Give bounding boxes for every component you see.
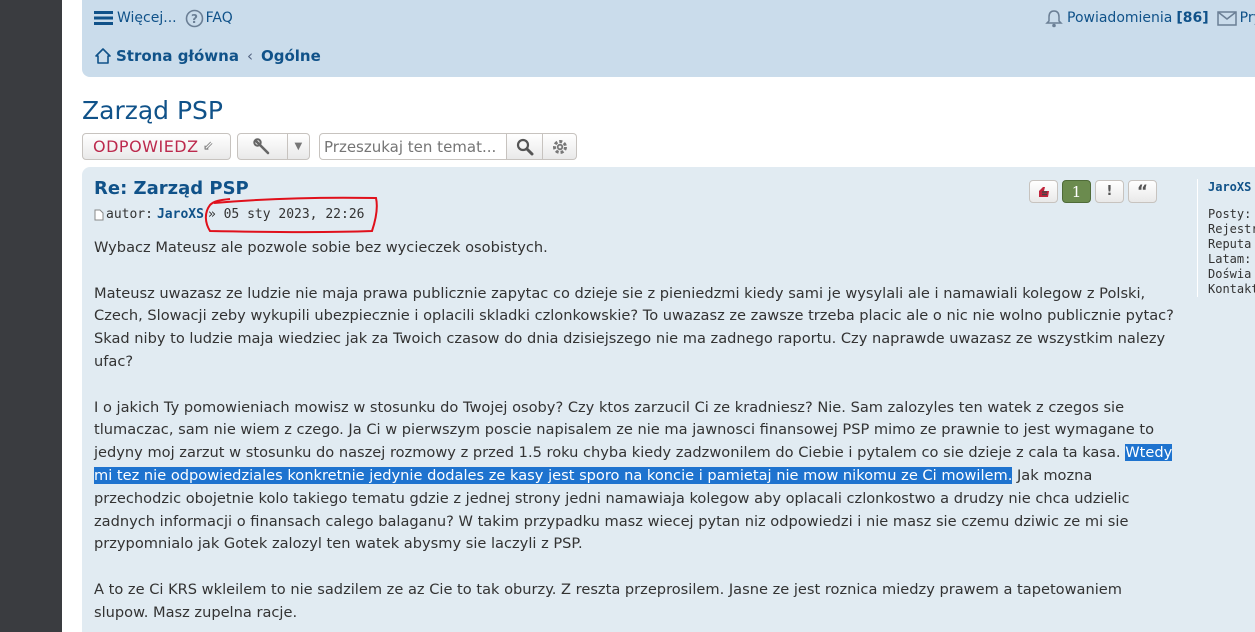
page-title[interactable]: Zarząd PSP — [82, 96, 223, 125]
topic-tools-dropdown[interactable]: ▼ — [237, 133, 310, 160]
profile-field-posts: Posty: — [1208, 207, 1252, 221]
breadcrumb-home[interactable]: Strona główna — [116, 47, 239, 65]
author-link[interactable]: JaroXS — [157, 207, 204, 222]
private-messages-label: Pry — [1239, 10, 1255, 26]
topic-search-input[interactable] — [319, 133, 507, 160]
wrench-icon — [238, 134, 288, 159]
advanced-search-button[interactable] — [543, 133, 577, 160]
notifications-count: [86] — [1176, 10, 1209, 26]
post-content: Wybacz Mateusz ale pozwole sobie bez wyc… — [94, 237, 1174, 632]
help-icon: ? — [185, 9, 204, 28]
profile-field-contact[interactable]: Kontakt — [1208, 282, 1255, 296]
search-button[interactable] — [507, 133, 543, 160]
reply-arrow-icon: ⇙ — [202, 139, 214, 154]
svg-text:?: ? — [191, 12, 198, 26]
report-button[interactable]: ! — [1095, 180, 1124, 203]
bell-icon — [1045, 9, 1063, 28]
reply-label: ODPOWIEDZ — [93, 137, 199, 156]
post-paragraph: Mateusz uwazasz ze ludzie nie maja prawa… — [94, 284, 1174, 370]
like-count-button[interactable]: 1 — [1062, 180, 1091, 203]
breadcrumb: Strona główna ‹ Ogólne — [94, 46, 321, 66]
more-menu[interactable]: Więcej... — [94, 10, 177, 26]
breadcrumb-forum[interactable]: Ogólne — [261, 47, 321, 65]
post-title[interactable]: Re: Zarząd PSP — [94, 178, 249, 199]
thumbs-icon — [1036, 184, 1052, 200]
hamburger-icon — [94, 10, 113, 26]
notifications-link[interactable]: Powiadomienia [86] — [1045, 9, 1209, 28]
chevron-down-icon: ▼ — [294, 141, 303, 152]
forum-page: Więcej... ? FAQ Powiadomienia [86] Pr St… — [62, 0, 1255, 632]
more-label: Więcej... — [117, 10, 177, 26]
post: Re: Zarząd PSP autor: JaroXS » 05 sty 20… — [82, 167, 1255, 632]
post-action-buttons: 1 ! “ — [1029, 180, 1161, 203]
envelope-icon — [1216, 10, 1237, 26]
topic-toolbar: ODPOWIEDZ ⇙ ▼ — [82, 132, 577, 161]
post-paragraph: A to ze Ci KRS wkleilem to nie sadzilem … — [94, 580, 1122, 621]
profile-field-flying: Latam: — [1208, 252, 1252, 266]
search-icon — [516, 138, 534, 156]
breadcrumb-separator: ‹ — [246, 47, 253, 65]
quote-button[interactable]: “ — [1128, 180, 1157, 203]
navbar: Więcej... ? FAQ Powiadomienia [86] Pr St… — [82, 0, 1255, 77]
profile-username[interactable]: JaroXS — [1208, 180, 1251, 194]
faq-link[interactable]: ? FAQ — [185, 9, 233, 28]
profile-field-reputation: Reputa — [1208, 237, 1252, 251]
post-meta: autor: JaroXS » 05 sty 2023, 22:26 — [94, 207, 364, 222]
post-profile: JaroXS Posty: Rejestr Reputa Latam: Dośw… — [1197, 179, 1255, 297]
home-icon[interactable] — [94, 47, 112, 65]
post-paragraph: Wybacz Mateusz ale pozwole sobie bez wyc… — [94, 239, 548, 256]
post-file-icon[interactable] — [94, 209, 104, 221]
notifications-label: Powiadomienia — [1067, 10, 1173, 26]
left-sidebar-strip — [0, 0, 62, 632]
author-prefix: autor: — [106, 207, 153, 222]
nav-user-links: Powiadomienia [86] Pry — [1045, 8, 1255, 28]
private-messages-link[interactable]: Pry — [1216, 10, 1255, 26]
faq-label: FAQ — [205, 10, 233, 26]
reply-button[interactable]: ODPOWIEDZ ⇙ — [82, 133, 231, 160]
gear-icon — [551, 138, 569, 156]
post-text: I o jakich Ty pomowieniach mowisz w stos… — [94, 398, 1155, 462]
nav-links: Więcej... ? FAQ — [94, 8, 241, 28]
post-paragraph: I o jakich Ty pomowieniach mowisz w stos… — [94, 397, 1174, 557]
reputation-button[interactable] — [1029, 180, 1058, 203]
post-date: » 05 sty 2023, 22:26 — [207, 207, 365, 222]
profile-field-experience: Doświa — [1208, 267, 1252, 281]
profile-field-registered: Rejestr — [1208, 222, 1255, 236]
